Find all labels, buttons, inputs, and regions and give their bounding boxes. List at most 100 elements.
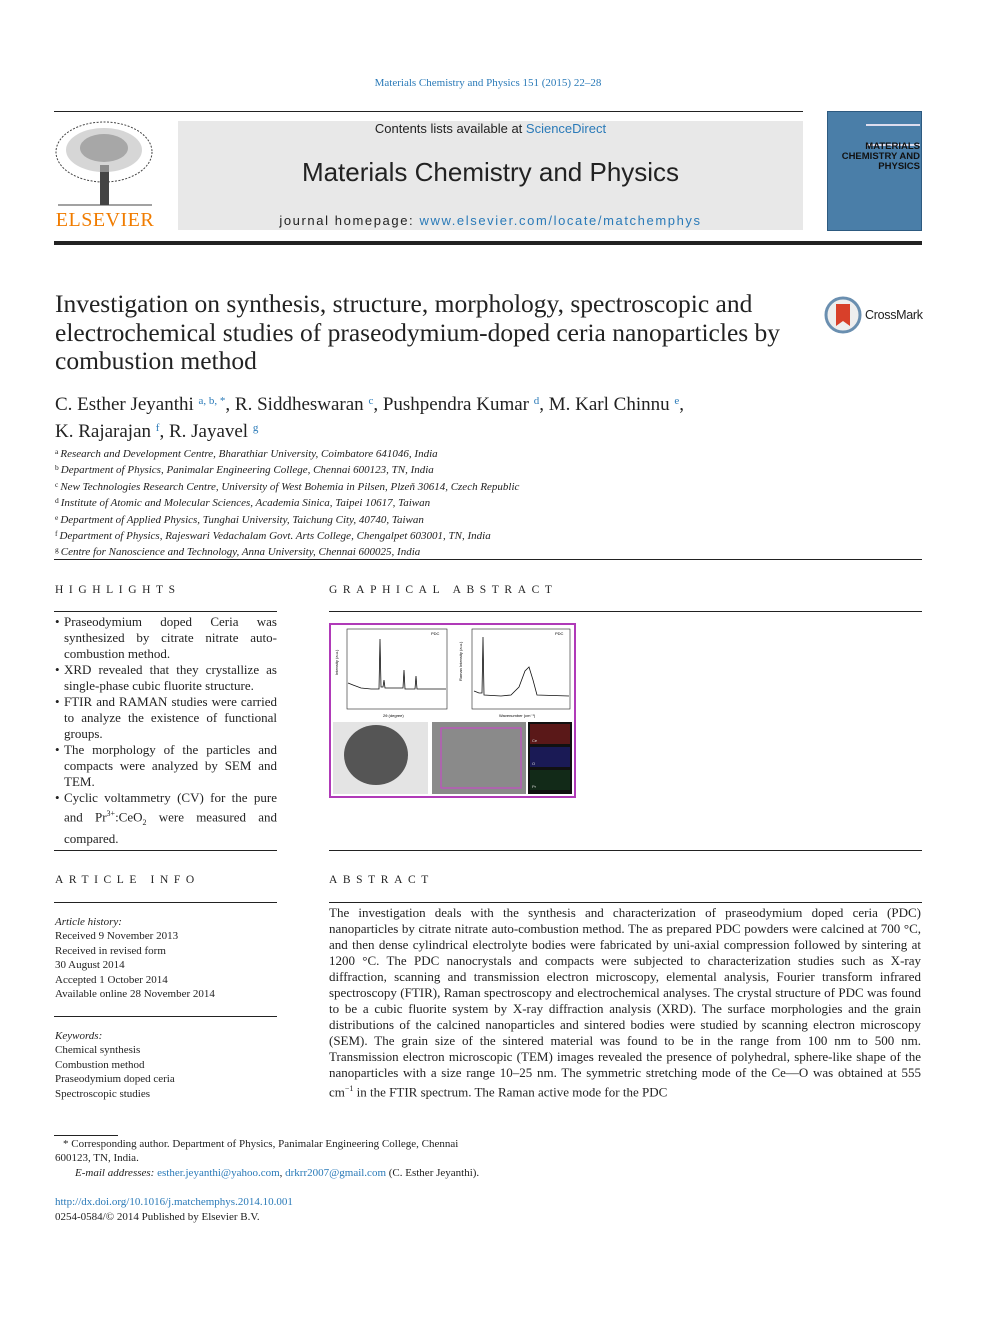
keyword: Spectroscopic studies bbox=[55, 1087, 151, 1100]
eds-map-o bbox=[530, 747, 570, 767]
copyright: 0254-0584/© 2014 Published by Elsevier B… bbox=[55, 1210, 260, 1223]
affiliation: b Department of Physics, Panimalar Engine… bbox=[55, 461, 655, 477]
xrd-legend: PDC bbox=[431, 631, 440, 636]
author[interactable]: C. Esther Jeyanthi a, b, * bbox=[55, 394, 225, 415]
author-affil-sup[interactable]: c bbox=[368, 395, 373, 407]
cover-title: MATERIALS CHEMISTRY AND PHYSICS bbox=[841, 141, 920, 172]
author[interactable]: M. Karl Chinnu e bbox=[549, 394, 680, 415]
sciencedirect-link[interactable]: ScienceDirect bbox=[526, 121, 606, 136]
tree-icon bbox=[55, 121, 153, 206]
keywords: Keywords: Chemical synthesis Combustion … bbox=[55, 1029, 175, 1101]
affil-text: Department of Physics, Panimalar Enginee… bbox=[60, 464, 434, 477]
affil-text: Centre for Nanoscience and Technology, A… bbox=[60, 546, 421, 559]
highlight-item: Praseodymium doped Ceria was synthesized… bbox=[55, 614, 277, 662]
affil-key: g bbox=[55, 545, 59, 555]
author-affil-sup[interactable]: e bbox=[674, 395, 679, 407]
eds-label: Ce bbox=[532, 738, 538, 743]
author-affil-sup[interactable]: f bbox=[156, 422, 160, 434]
history-label: Article history: bbox=[55, 916, 122, 928]
eds-map-pr bbox=[530, 770, 570, 790]
affil-text: Department of Applied Physics, Tunghai U… bbox=[60, 513, 424, 526]
journal-name: Materials Chemistry and Physics bbox=[301, 157, 680, 187]
highlights-list: Praseodymium doped Ceria was synthesized… bbox=[55, 614, 277, 847]
hl-text: :CeO bbox=[115, 809, 143, 825]
author-name: R. Jayavel bbox=[168, 420, 249, 442]
keyword: Combustion method bbox=[55, 1058, 145, 1071]
highlight-item: XRD revealed that they crystallize as si… bbox=[55, 662, 277, 694]
eds-label: Pr bbox=[532, 784, 537, 789]
journal-citation[interactable]: Materials Chemistry and Physics 151 (201… bbox=[0, 77, 976, 89]
divider bbox=[329, 902, 922, 903]
elsevier-logo: ELSEVIER bbox=[54, 120, 156, 232]
divider bbox=[54, 611, 277, 612]
tem-particle bbox=[344, 725, 408, 785]
author[interactable]: K. Rajarajan f bbox=[55, 421, 159, 442]
footnotes: * Corresponding author. Department of Ph… bbox=[55, 1137, 485, 1224]
divider bbox=[54, 1016, 277, 1017]
email-label: E-mail addresses: bbox=[75, 1166, 158, 1179]
corresponding-author: * Corresponding author. Department of Ph… bbox=[55, 1138, 459, 1165]
author-name: R. Siddheswaran bbox=[234, 394, 364, 415]
highlights-heading: HIGHLIGHTS bbox=[55, 584, 181, 596]
crossmark-badge[interactable]: CrossMark bbox=[824, 296, 924, 334]
header-thick-rule bbox=[54, 241, 922, 245]
email-link[interactable]: esther.jeyanthi@yahoo.com bbox=[157, 1167, 280, 1179]
sem-image bbox=[432, 722, 526, 794]
footnote-rule bbox=[54, 1135, 118, 1136]
author[interactable]: R. Jayavel g bbox=[169, 421, 258, 442]
divider bbox=[54, 111, 803, 112]
history-line: Received 9 November 2013 bbox=[55, 930, 179, 943]
divider bbox=[54, 559, 922, 560]
article-info-heading: ARTICLE INFO bbox=[55, 874, 200, 886]
author[interactable]: Pushpendra Kumar d bbox=[383, 394, 539, 415]
affiliations: a Research and Development Centre, Bharat… bbox=[55, 445, 655, 560]
author-name: C. Esther Jeyanthi bbox=[55, 394, 194, 415]
raman-xlabel: Wavenumber (cm⁻¹) bbox=[499, 713, 536, 718]
affiliation: f Department of Physics, Rajeswari Vedach… bbox=[55, 527, 655, 543]
author-list: C. Esther Jeyanthi a, b, *, R. Siddheswa… bbox=[55, 394, 684, 442]
affil-key: f bbox=[55, 529, 58, 539]
affil-key: c bbox=[55, 479, 59, 489]
affiliation: d Institute of Atomic and Molecular Scien… bbox=[55, 494, 655, 510]
highlight-item: Cyclic voltammetry (CV) for the pure and… bbox=[55, 790, 277, 847]
abstract-body: The investigation deals with the synthes… bbox=[329, 905, 921, 1100]
author-name: K. Rajarajan bbox=[55, 420, 152, 442]
affiliation: c New Technologies Research Centre, Unive… bbox=[55, 478, 655, 494]
homepage-prefix: journal homepage: bbox=[279, 213, 420, 228]
graphical-abstract-image[interactable]: Intensity (a.u.) 2θ (degree) PDC Raman I… bbox=[329, 623, 576, 798]
history-line: 30 August 2014 bbox=[55, 959, 125, 972]
divider bbox=[54, 850, 277, 851]
hl-sup: 3+ bbox=[106, 809, 116, 818]
author-affil-sup[interactable]: d bbox=[534, 395, 540, 407]
abstract-text: The investigation deals with the synthes… bbox=[329, 905, 921, 1100]
author-affil-sup[interactable]: g bbox=[253, 422, 259, 434]
affil-text: Research and Development Centre, Bharath… bbox=[60, 448, 438, 460]
doi-link[interactable]: http://dx.doi.org/10.1016/j.matchemphys.… bbox=[55, 1195, 485, 1209]
affil-key: d bbox=[55, 496, 59, 506]
elsevier-wordmark: ELSEVIER bbox=[55, 209, 155, 231]
crossmark-label: CrossMark bbox=[865, 308, 923, 322]
divider bbox=[54, 902, 277, 903]
affiliation: e Department of Applied Physics, Tunghai … bbox=[55, 511, 655, 527]
homepage-link[interactable]: www.elsevier.com/locate/matchemphys bbox=[419, 213, 701, 228]
xrd-xlabel: 2θ (degree) bbox=[383, 713, 404, 718]
email-link[interactable]: drkrr2007@gmail.com bbox=[285, 1167, 386, 1179]
author[interactable]: R. Siddheswaran c bbox=[235, 394, 373, 415]
keyword: Praseodymium doped ceria bbox=[55, 1073, 175, 1086]
xrd-plot: Intensity (a.u.) 2θ (degree) PDC bbox=[334, 628, 448, 718]
affil-key: e bbox=[55, 512, 59, 522]
divider bbox=[329, 850, 922, 851]
affil-key: a bbox=[55, 447, 59, 456]
keyword: Chemical synthesis bbox=[55, 1044, 141, 1057]
affil-text: Department of Physics, Rajeswari Vedacha… bbox=[59, 530, 491, 543]
email-line: E-mail addresses: esther.jeyanthi@yahoo.… bbox=[55, 1166, 485, 1180]
author-affil-sup[interactable]: a, b, * bbox=[199, 395, 226, 407]
raman-legend: PDC bbox=[555, 631, 564, 636]
affil-text: Institute of Atomic and Molecular Scienc… bbox=[60, 497, 431, 510]
history-line: Accepted 1 October 2014 bbox=[55, 973, 168, 986]
affiliation: a Research and Development Centre, Bharat… bbox=[55, 445, 655, 461]
divider bbox=[329, 611, 922, 612]
contents-prefix: Contents lists available at bbox=[374, 121, 526, 136]
raman-plot: Raman Intensity (a.u.) Wavenumber (cm⁻¹)… bbox=[458, 628, 571, 718]
eds-label: O bbox=[532, 761, 535, 766]
